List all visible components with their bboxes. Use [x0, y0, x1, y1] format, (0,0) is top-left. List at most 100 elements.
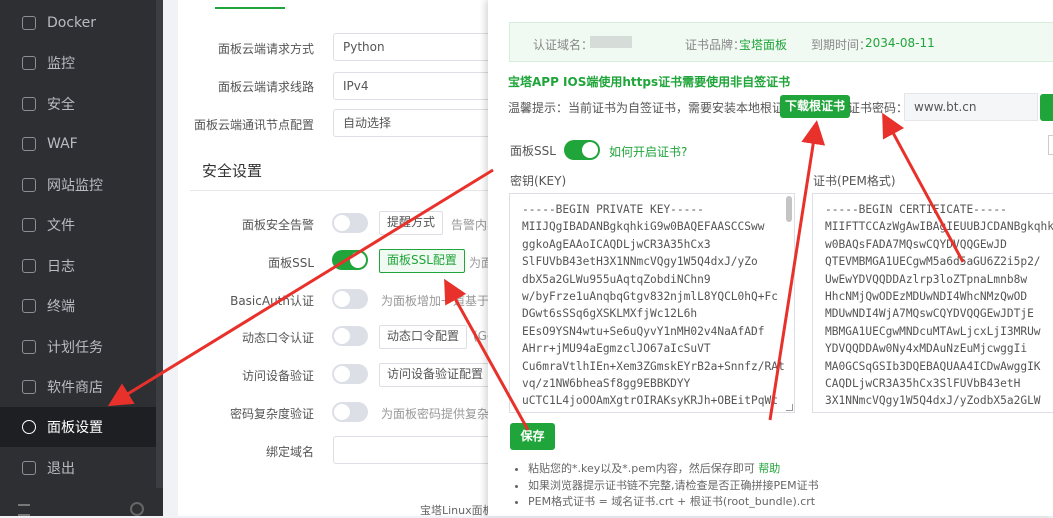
- note-item: 如果浏览器提示证书链不完整,请检查是否正确拼接PEM证书: [528, 478, 819, 495]
- cert-line: -----BEGIN CERTIFICATE-----: [825, 203, 1007, 216]
- key-line: DGwt6sSSq6gXSKLMXfjWc12L6h: [522, 307, 698, 321]
- sidebar-item-store[interactable]: 软件商店: [0, 367, 156, 407]
- sidebar-item-logout[interactable]: 退出: [0, 448, 156, 488]
- dialog-ssl-toggle[interactable]: [564, 140, 600, 160]
- dyn-auth-config-button[interactable]: 动态口令配置: [379, 325, 468, 349]
- key-textarea[interactable]: -----BEGIN PRIVATE KEY----- MIIJQgIBADANB…: [509, 193, 795, 413]
- sidebar-item-label: 日志: [47, 259, 75, 275]
- sidebar-item-label: Docker: [47, 15, 97, 31]
- download-root-cert-button[interactable]: 下载根证书: [780, 95, 850, 118]
- monitor-icon: [22, 56, 36, 70]
- sidebar-item-label: 退出: [47, 461, 75, 477]
- brand-value: 宝塔面板: [739, 38, 788, 52]
- help-link[interactable]: 帮助: [758, 462, 780, 475]
- bind-domain-input[interactable]: [333, 436, 493, 464]
- ios-cert-notice: 宝塔APP IOS端使用https证书需要使用非自签证书: [508, 75, 791, 89]
- key-line: ggkoAgEAAoICAQDLjwCR3A35hCx3: [522, 237, 711, 251]
- side-button[interactable]: [1048, 135, 1053, 155]
- menu-collapse-icon[interactable]: [18, 504, 30, 516]
- settings-icon[interactable]: [130, 502, 144, 516]
- sidebar-item-site-monitor[interactable]: 网站监控: [0, 165, 156, 205]
- cert-line: 55uAqtqZobdiNChn9w/byFrze1uAn: [825, 410, 1053, 413]
- sidebar-item-files[interactable]: 文件: [0, 205, 156, 245]
- site-monitor-icon: [22, 178, 36, 192]
- sidebar-item-logs[interactable]: 日志: [0, 246, 156, 286]
- expire-label: 到期时间：: [811, 38, 872, 52]
- device-verify-label: 访问设备验证: [241, 369, 314, 383]
- cert-line: YDVQQDDAw0Ny4xMDAuNzEuMjcwggIi: [825, 342, 1028, 356]
- sidebar-item-label: 网站监控: [47, 178, 103, 194]
- store-icon: [22, 380, 36, 394]
- key-line: SlFUVbB43etH3X1NNmcVQgy1W5Q4dxJ/yZo: [522, 255, 758, 269]
- note-text: PEM格式证书 = 域名证书.crt + 根证书(root_bundle).cr…: [528, 495, 816, 508]
- key-line: MIIJQgIBADANBgkqhkiG9w0BAQEFAASCCSww: [522, 220, 765, 234]
- ssl-label: 面板SSL: [268, 256, 314, 270]
- alert-toggle[interactable]: [332, 213, 368, 233]
- sidebar-item-terminal[interactable]: 终端: [0, 286, 156, 326]
- sidebar-item-waf[interactable]: WAF: [0, 124, 156, 164]
- cert-password-field[interactable]: www.bt.cn: [904, 93, 1038, 121]
- cloud-lang-select[interactable]: Python: [333, 33, 503, 61]
- ssl-toggle[interactable]: [332, 250, 368, 270]
- key-line: -----BEGIN PRIVATE KEY-----: [522, 203, 704, 216]
- key-scrollbar[interactable]: [786, 196, 792, 222]
- pwd-complexity-label: 密码复杂度验证: [229, 407, 314, 421]
- domain-label: 认证域名：: [533, 38, 594, 52]
- expire-value: 2034-08-11: [865, 36, 935, 50]
- copy-button[interactable]: [1040, 94, 1053, 121]
- sidebar-item-label: 终端: [47, 299, 75, 315]
- sidebar: Docker 监控 安全 WAF 网站监控 文件 日志 终端 计划任务 软件商店…: [0, 0, 163, 516]
- logout-icon: [22, 461, 36, 475]
- section-divider: [190, 190, 490, 191]
- sidebar-item-monitor[interactable]: 监控: [0, 43, 156, 83]
- cloud-node-select[interactable]: 自动选择: [333, 109, 503, 137]
- sidebar-item-label: 文件: [47, 218, 75, 234]
- note-item: 粘贴您的*.key以及*.pem内容，然后保存即可 帮助: [528, 461, 819, 478]
- notes-list: 粘贴您的*.key以及*.pem内容，然后保存即可 帮助 如果浏览器提示证书链不…: [528, 461, 819, 511]
- device-verify-config-button[interactable]: 访问设备验证配置: [379, 363, 492, 387]
- cloud-node-label: 面板云端通讯节点配置: [193, 118, 314, 132]
- basicauth-toggle[interactable]: [332, 289, 368, 309]
- sidebar-item-label: 计划任务: [47, 340, 103, 356]
- cert-label: 证书(PEM格式): [813, 174, 896, 188]
- cert-line: w0BAQsFADA7MQswCQYDVQQGEwJD: [825, 237, 1007, 251]
- sidebar-scrollbar[interactable]: [156, 0, 163, 488]
- alert-method-button[interactable]: 提醒方式: [379, 211, 444, 235]
- cloud-lang-label: 面板云端请求方式: [217, 42, 314, 56]
- save-button[interactable]: 保存: [510, 423, 555, 450]
- cert-line: HhcNMjQwODEzMDUwNDI4WhcNMzQwOD: [825, 290, 1028, 304]
- cert-textarea[interactable]: -----BEGIN CERTIFICATE----- MIIFTTCCAzWgA…: [812, 193, 1053, 413]
- key-line: Cu6mraVtlhIEn+Xem3ZGmskEYrB2a+Snnfz/RAt: [522, 359, 785, 373]
- cloud-route-select[interactable]: IPv4: [333, 72, 503, 100]
- dyn-auth-label: 动态口令认证: [241, 331, 314, 345]
- security-section-title: 安全设置: [202, 162, 263, 180]
- sidebar-item-label: 监控: [47, 56, 75, 72]
- basicauth-label: BasicAuth认证: [230, 294, 314, 308]
- device-verify-toggle[interactable]: [332, 364, 368, 384]
- how-to-enable-link[interactable]: 如何开启证书?: [609, 143, 687, 160]
- note-item: PEM格式证书 = 域名证书.crt + 根证书(root_bundle).cr…: [528, 494, 819, 511]
- folder-icon: [22, 218, 36, 232]
- cert-line: MBMGA1UECgwMNDcuMTAwLjcxLjI3MRUw: [825, 324, 1041, 338]
- cert-line: QTEVMBMGA1UECgwM5a6d5aGU6Z2i5p2/: [825, 255, 1041, 269]
- domain-masked-value: [590, 36, 632, 48]
- cert-info-box: 认证域名： 证书品牌： 宝塔面板 到期时间： 2034-08-11: [509, 22, 1053, 62]
- sidebar-item-label: 面板设置: [47, 420, 103, 436]
- dyn-auth-toggle[interactable]: [332, 326, 368, 346]
- sidebar-item-security[interactable]: 安全: [0, 84, 156, 124]
- sidebar-item-panel-settings[interactable]: 面板设置: [0, 407, 156, 447]
- terminal-icon: [22, 299, 36, 313]
- key-line: uCTC1L4joOOAmXgtrOIRAKsyKRJh+OBEitPqWt: [522, 394, 778, 408]
- gear-icon: [22, 420, 36, 434]
- cert-line: UwEwYDVQQDDAzlrp3loZTpnaLmnb8w: [825, 272, 1028, 286]
- sidebar-item-docker[interactable]: Docker: [0, 3, 156, 43]
- cert-line: 3X1NNmcVQgy1W5Q4dxJ/yZodbX5a2GLW: [825, 394, 1041, 408]
- key-line: EEsO9YSN4wtu+Se6uQyvY1nMH02v4NaAfADf: [522, 324, 765, 338]
- key-line: oXIK2KoywAHKCg9q0KR54r26KO: [522, 410, 794, 413]
- sidebar-footer: [0, 500, 163, 516]
- pwd-complexity-toggle[interactable]: [332, 402, 368, 422]
- key-label: 密钥(KEY): [510, 174, 567, 188]
- resize-handle[interactable]: [786, 404, 793, 411]
- sidebar-item-cron[interactable]: 计划任务: [0, 327, 156, 367]
- ssl-config-button[interactable]: 面板SSL配置: [379, 249, 465, 273]
